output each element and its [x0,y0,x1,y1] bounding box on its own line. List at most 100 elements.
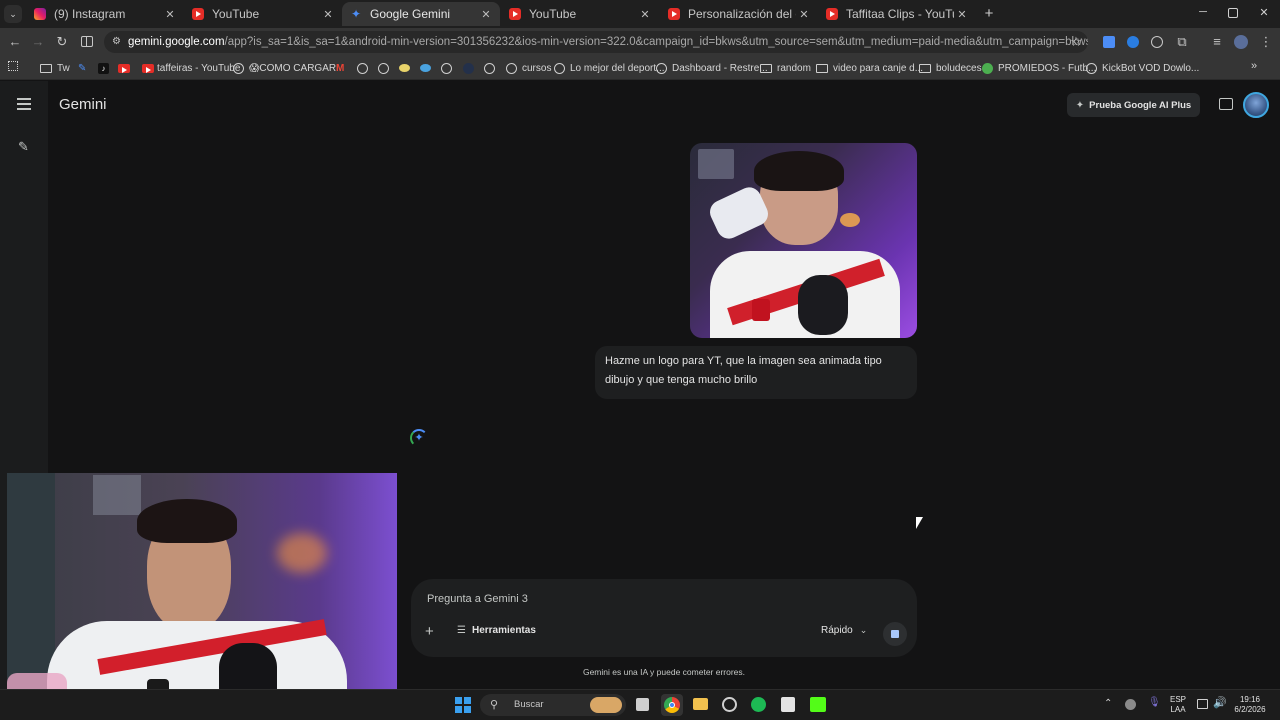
minimize-button[interactable]: ─ [1196,6,1210,20]
bookmark-folder[interactable]: video para canje d... [816,60,923,76]
tab-youtube-1[interactable]: YouTube ✕ [184,2,342,26]
profile-avatar-icon[interactable] [1234,35,1248,49]
bookmark-folder[interactable]: boludeces [919,60,982,76]
sparkle-icon: ✦ [1075,99,1085,111]
microphone-icon[interactable]: 🎙 [1148,697,1161,708]
clock[interactable]: 19:16 6/2/2026 [1228,695,1272,715]
tab-personalizacion[interactable]: Personalización del canal - You ✕ [660,2,818,26]
bookmark-item[interactable] [118,60,130,76]
globe-icon [484,62,495,74]
chrome-taskbar-icon[interactable] [661,694,683,716]
tab-instagram[interactable]: (9) Instagram ✕ [26,2,184,26]
new-chat-icon[interactable]: ✎ [18,139,29,155]
extensions-puzzle-icon[interactable]: ⧉ [1173,33,1191,51]
webcam-overlay [7,473,397,713]
file-explorer-icon[interactable] [693,698,708,710]
browser-tab-strip: ⌄ (9) Instagram ✕ YouTube ✕ ✦ Google Gem… [0,0,1280,28]
back-button[interactable]: ← [6,33,24,51]
globe-icon [554,62,565,74]
add-attachment-icon[interactable]: + [425,623,434,640]
bookmark-star-icon[interactable]: ☆ [1067,33,1085,51]
search-icon: ⚲ [490,699,499,711]
tab-search-button[interactable]: ⌄ [4,5,22,23]
network-icon[interactable] [1197,699,1208,709]
close-tab-icon[interactable]: ✕ [637,8,653,21]
close-tab-icon[interactable]: ✕ [796,8,812,21]
tab-taffitaa-clips[interactable]: Taffitaa Clips - YouTube ✕ [818,2,976,26]
tray-app-icon[interactable] [1125,699,1136,710]
bookmark-item[interactable]: PROMIEDOS - Futb... [982,60,1096,76]
close-tab-icon[interactable]: ✕ [478,8,494,21]
prompt-input[interactable]: Pregunta a Gemini 3 [427,593,528,605]
forward-button[interactable]: → [29,33,47,51]
bookmark-item[interactable] [463,60,474,76]
restore-button[interactable] [1228,8,1238,18]
show-hidden-icons-icon[interactable]: ⌃ [1104,698,1112,709]
taskbar-search-box[interactable]: ⚲ Buscar [480,694,626,716]
bookmark-label: cursos [522,62,552,74]
new-tab-button[interactable]: + [980,5,998,23]
close-tab-icon[interactable]: ✕ [320,8,336,21]
model-mode-dropdown[interactable]: Rápido ⌄ [821,625,867,636]
bookmark-folder[interactable]: random [760,60,811,76]
apps-grid-icon[interactable] [8,61,18,71]
bookmark-item[interactable]: taffeiras - YouTube [142,60,240,76]
bookmark-item[interactable]: 😱COMO CARGAR... [233,60,344,76]
bookmark-item[interactable]: cursos [506,60,551,76]
extension-icon[interactable] [1127,36,1139,48]
bookmark-item[interactable]: ✎ [78,60,86,76]
bookmark-item[interactable] [399,60,410,76]
upgrade-button[interactable]: ✦ Prueba Google AI Plus [1067,93,1200,117]
tab-title: Personalización del canal - You [688,7,796,21]
volume-icon[interactable]: 🔊 [1213,696,1227,709]
bookmark-item[interactable] [484,60,500,76]
translate-extension-icon[interactable] [1103,36,1115,48]
app-title: Gemini [59,96,107,113]
language-indicator[interactable]: ESP LAA [1166,695,1190,715]
tiktok-icon: ♪ [98,62,109,74]
youtube-icon [118,63,130,73]
prompt-input-box[interactable]: Pregunta a Gemini 3 + ☰ Herramientas Ráp… [411,579,917,657]
bookmark-item[interactable] [420,60,431,76]
task-view-icon[interactable] [636,698,649,711]
kick-icon[interactable] [810,697,826,712]
uploaded-image[interactable] [690,143,917,338]
reload-button[interactable]: ↻ [53,33,71,51]
clock-time: 19:16 [1239,695,1261,704]
media-controls-icon[interactable]: ≡ [1208,33,1226,51]
stop-generation-button[interactable] [883,622,907,646]
bookmark-item[interactable]: ♪ [98,60,109,76]
keyboard-layout: LAA [1170,705,1186,714]
address-bar[interactable]: ⚙ gemini.google.com/app?is_sa=1&is_sa=1&… [104,31,1088,53]
store-icon[interactable] [781,697,795,712]
bookmark-item[interactable] [441,60,457,76]
close-window-button[interactable]: ✕ [1257,6,1271,20]
close-tab-icon[interactable]: ✕ [954,8,970,21]
tab-google-gemini[interactable]: ✦ Google Gemini ✕ [342,2,500,26]
site-info-icon[interactable]: ⚙ [112,31,121,53]
split-view-icon[interactable] [78,33,96,51]
search-highlight-image [590,697,622,713]
account-avatar[interactable] [1243,92,1269,118]
bookmark-item[interactable]: Lo mejor del deport... [554,60,665,76]
close-tab-icon[interactable]: ✕ [162,8,178,21]
language-code: ESP [1169,695,1186,704]
more-bookmarks-icon[interactable]: » [1251,60,1257,72]
main-menu-icon[interactable] [17,98,31,110]
tools-button[interactable]: ☰ Herramientas [457,625,536,636]
youtube-icon [826,8,838,20]
bookmark-item[interactable]: KickBot VOD Dowlo... [1086,60,1199,76]
spotify-icon[interactable] [751,697,766,712]
obs-icon[interactable] [722,697,737,712]
browser-menu-icon[interactable]: ⋮ [1257,33,1275,51]
bookmark-item[interactable]: Dashboard - Restre... [656,60,768,76]
start-windows-icon[interactable] [455,697,471,713]
bookmark-item[interactable] [378,60,394,76]
temporary-chat-icon[interactable] [1219,98,1233,110]
bookmark-folder[interactable]: Tw [40,60,70,76]
bookmark-item[interactable]: M [336,60,344,76]
mouse-cursor-icon [916,517,923,529]
tab-youtube-2[interactable]: YouTube ✕ [501,2,659,26]
extension-icon[interactable] [1151,36,1163,48]
bookmark-item[interactable] [357,60,373,76]
